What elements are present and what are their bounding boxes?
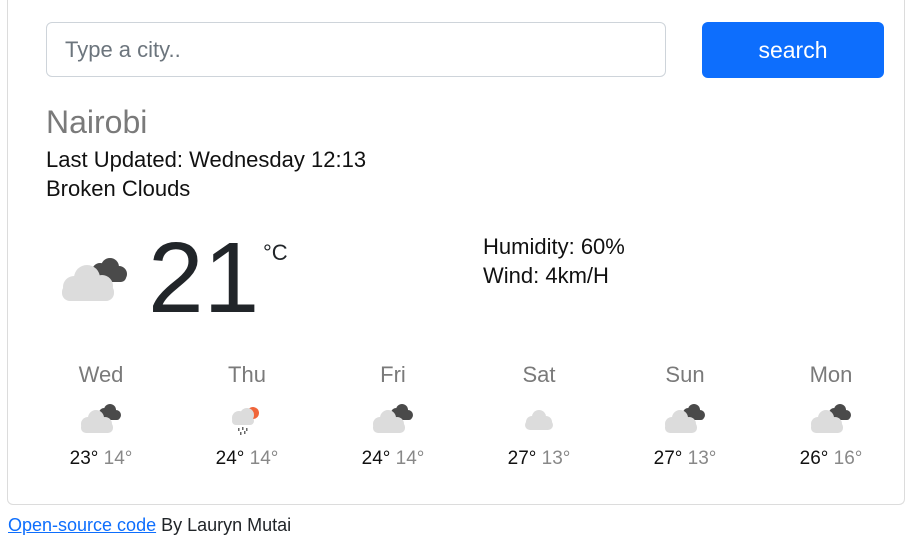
forecast-day: Mon 26° 16° <box>758 360 904 470</box>
forecast-max: 24° <box>361 448 391 469</box>
wind-value: 4km/H <box>545 263 609 288</box>
broken-clouds-icon <box>373 404 413 433</box>
last-updated-value: Wednesday 12:13 <box>189 147 367 172</box>
current-temperature: 21 <box>148 222 260 334</box>
forecast-temps: 26° 16° <box>758 448 904 470</box>
forecast-max: 24° <box>215 448 245 469</box>
forecast-max: 26° <box>799 448 829 469</box>
search-button[interactable]: search <box>702 22 884 78</box>
forecast-temps: 27° 13° <box>466 448 612 470</box>
broken-clouds-icon <box>811 404 851 433</box>
forecast-max: 27° <box>507 448 537 469</box>
forecast: Wed 23° 14° Thu 24° 14° Fri 24° 14° Sat … <box>28 360 902 480</box>
weather-details: Humidity: 60% Wind: 4km/H <box>483 232 625 290</box>
source-code-link[interactable]: Open-source code <box>8 515 156 535</box>
clouds-icon <box>525 410 553 430</box>
forecast-day: Thu 24° 14° <box>174 360 320 470</box>
forecast-min: 13° <box>541 448 571 469</box>
forecast-day-name: Sun <box>665 362 705 387</box>
wind: Wind: 4km/H <box>483 261 625 290</box>
forecast-day-name: Fri <box>380 362 406 387</box>
current-meta: Last Updated: Wednesday 12:13 Broken Clo… <box>46 145 366 203</box>
last-updated-label: Last Updated: <box>46 147 183 172</box>
forecast-max: 23° <box>69 448 99 469</box>
weather-description: Broken Clouds <box>46 176 191 201</box>
forecast-max: 27° <box>653 448 683 469</box>
humidity-label: Humidity: <box>483 234 575 259</box>
forecast-day: Sat 27° 13° <box>466 360 612 470</box>
rain-icon <box>232 407 259 435</box>
humidity: Humidity: 60% <box>483 232 625 261</box>
forecast-min: 14° <box>249 448 279 469</box>
humidity-value: 60% <box>580 234 625 259</box>
author-byline: By Lauryn Mutai <box>161 515 292 535</box>
broken-clouds-icon <box>665 404 705 433</box>
footer: Open-source code By Lauryn Mutai <box>8 515 291 536</box>
search-input[interactable] <box>46 22 666 77</box>
broken-clouds-icon <box>62 258 127 301</box>
forecast-min: 13° <box>687 448 717 469</box>
forecast-min: 14° <box>103 448 133 469</box>
wind-label: Wind: <box>483 263 540 288</box>
forecast-temps: 24° 14° <box>174 448 320 470</box>
forecast-temps: 24° 14° <box>320 448 466 470</box>
forecast-day-name: Mon <box>809 362 853 387</box>
weather-card: search Nairobi Last Updated: Wednesday 1… <box>7 0 905 505</box>
temperature-unit: °C <box>263 240 288 265</box>
forecast-day-name: Thu <box>228 362 266 387</box>
forecast-min: 16° <box>833 448 863 469</box>
forecast-temps: 23° 14° <box>28 448 174 470</box>
forecast-day: Wed 23° 14° <box>28 360 174 470</box>
forecast-temps: 27° 13° <box>612 448 758 470</box>
forecast-day: Fri 24° 14° <box>320 360 466 470</box>
city-name: Nairobi <box>46 104 148 140</box>
forecast-day-name: Wed <box>78 362 124 387</box>
forecast-day: Sun 27° 13° <box>612 360 758 470</box>
last-updated: Last Updated: Wednesday 12:13 <box>46 145 366 174</box>
forecast-min: 14° <box>395 448 425 469</box>
forecast-day-name: Sat <box>522 362 556 387</box>
broken-clouds-icon <box>81 404 121 433</box>
